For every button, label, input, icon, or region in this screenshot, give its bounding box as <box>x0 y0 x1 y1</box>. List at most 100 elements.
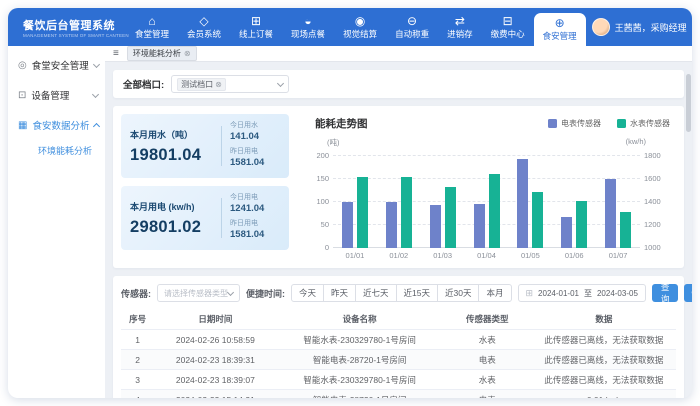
table-row[interactable]: 22024-02-23 18:39:31智能电表-28720-1号房间电表此传感… <box>121 350 676 370</box>
bar-group <box>508 156 552 248</box>
water-yesterday-value: 1581.04 <box>230 157 280 168</box>
legend-label: 电表传感器 <box>561 118 601 129</box>
bar-电表传感器[interactable] <box>386 202 397 248</box>
stat-cards: 本月用水（吨） 19801.04 今日用水 141.04 昨日用电 1581.0… <box>121 114 289 260</box>
chevron-down-icon <box>93 60 100 67</box>
nav-item-9[interactable]: ⊕食安管理 <box>534 13 586 46</box>
tab-env-energy-analysis[interactable]: 环境能耗分析 ⊗ <box>127 46 197 61</box>
table-cell: 电表 <box>443 390 532 399</box>
table-cell: 3 <box>121 370 154 390</box>
table-row[interactable]: 42024-02-23 15:14:21智能电表-28720-1号房间电表0.0… <box>121 390 676 399</box>
collapse-sidebar-icon[interactable]: ≡ <box>113 49 119 59</box>
vertical-scrollbar[interactable] <box>686 74 691 132</box>
nav-item-6[interactable]: ⊖自动称重 <box>386 8 438 46</box>
sensor-data-table: 序号日期时间设备名称传感器类型数据 12024-02-26 10:58:59智能… <box>121 309 676 398</box>
water-value: 19801.04 <box>130 146 213 165</box>
app-window: 餐饮后台管理系统 MANAGEMENT SYSTEM OF SMART CANT… <box>8 8 692 398</box>
sidebar-item-device-manage[interactable]: ⊡设备管理 <box>8 80 105 110</box>
sensor-type-select[interactable]: 请选择传感器类型 <box>157 284 240 302</box>
calendar-icon: ⊞ <box>526 288 534 299</box>
bar-group <box>552 156 596 248</box>
water-today-value: 141.04 <box>230 131 280 142</box>
x-axis-label: 01/01 <box>333 251 377 260</box>
bar-水表传感器[interactable] <box>576 201 587 248</box>
bar-电表传感器[interactable] <box>517 159 528 248</box>
stall-tag-close-icon[interactable]: ⊗ <box>215 80 222 89</box>
right-axis-tick: 1000 <box>644 243 674 252</box>
bar-水表传感器[interactable] <box>532 192 543 248</box>
nav-item-2[interactable]: ◇会员系统 <box>178 8 230 46</box>
nav-label: 视觉结算 <box>343 28 377 40</box>
user-name: 王茜茜，采购经理 <box>615 21 687 34</box>
avatar[interactable] <box>592 18 610 36</box>
refresh-button[interactable]: ⟳ <box>684 284 692 302</box>
quick-date-button-3[interactable]: 近七天 <box>355 284 397 302</box>
sidebar-subitem-env-energy[interactable]: 环境能耗分析 <box>8 140 105 161</box>
chevron-down-icon <box>92 90 99 97</box>
table-row[interactable]: 32024-02-23 18:39:07智能水表-230329780-1号房间水… <box>121 370 676 390</box>
legend-item[interactable]: 水表传感器 <box>617 118 670 129</box>
stall-select[interactable]: 测试档口 ⊗ <box>171 75 289 93</box>
user-menu[interactable]: 王茜茜，采购经理 ⋮ <box>586 8 692 46</box>
table-row[interactable]: 12024-02-26 10:58:59智能水表-230329780-1号房间水… <box>121 330 676 350</box>
table-cell: 电表 <box>443 350 532 370</box>
bar-水表传感器[interactable] <box>357 177 368 248</box>
tab-label: 环境能耗分析 <box>133 48 181 59</box>
column-header: 传感器类型 <box>443 309 532 330</box>
bar-电表传感器[interactable] <box>430 205 441 248</box>
bar-水表传感器[interactable] <box>620 212 631 248</box>
quick-date-buttons: 今天昨天近七天近15天近30天本月 <box>291 284 512 302</box>
logo: 餐饮后台管理系统 MANAGEMENT SYSTEM OF SMART CANT… <box>8 8 126 46</box>
left-axis-tick: 150 <box>303 174 329 183</box>
chevron-down-icon <box>227 288 234 295</box>
quick-date-button-4[interactable]: 近15天 <box>396 284 438 302</box>
nav-item-1[interactable]: ⌂食堂管理 <box>126 8 178 46</box>
canteen-manage-icon: ⌂ <box>148 15 155 27</box>
online-order-icon: ⊞ <box>251 15 261 27</box>
table-cell: 智能水表-230329780-1号房间 <box>276 370 443 390</box>
chart-legend: 电表传感器 水表传感器 <box>548 118 670 129</box>
divider <box>221 126 222 166</box>
date-range-picker[interactable]: ⊞ 2024-01-01 至 2024-03-05 <box>518 284 646 302</box>
electric-title: 本月用电 (kw/h) <box>130 200 213 213</box>
nav-label: 现场点餐 <box>291 28 325 40</box>
nav-item-7[interactable]: ⇄进销存 <box>438 8 482 46</box>
divider <box>221 198 222 238</box>
bar-水表传感器[interactable] <box>489 174 500 248</box>
table-cell: 1 <box>121 330 154 350</box>
nav-label: 食堂管理 <box>135 28 169 40</box>
search-button[interactable]: 查询 <box>652 284 679 302</box>
bar-电表传感器[interactable] <box>605 179 616 248</box>
sidebar: ◎食堂安全管理⊡设备管理▦食安数据分析环境能耗分析 <box>8 46 105 398</box>
nav-item-5[interactable]: ◉视觉结算 <box>334 8 386 46</box>
stall-filter-card: 全部档口: 测试档口 ⊗ <box>113 70 684 98</box>
x-axis-label: 01/03 <box>421 251 465 260</box>
nav-item-4[interactable]: ◒现场点餐 <box>282 8 334 46</box>
electric-stat-card: 本月用电 (kw/h) 29801.02 今日用电 1241.04 昨日用电 1… <box>121 186 289 250</box>
bar-水表传感器[interactable] <box>445 187 456 248</box>
bar-电表传感器[interactable] <box>474 204 485 248</box>
bar-电表传感器[interactable] <box>342 202 353 248</box>
sidebar-item-canteen-safety[interactable]: ◎食堂安全管理 <box>8 50 105 80</box>
x-axis-label: 01/05 <box>508 251 552 260</box>
column-header: 设备名称 <box>276 309 443 330</box>
legend-item[interactable]: 电表传感器 <box>548 118 601 129</box>
quick-date-button-5[interactable]: 近30天 <box>437 284 479 302</box>
nav-item-3[interactable]: ⊞线上订餐 <box>230 8 282 46</box>
bar-group <box>377 156 421 248</box>
column-header: 数据 <box>532 309 676 330</box>
sidebar-item-food-safety-analysis[interactable]: ▦食安数据分析 <box>8 110 105 140</box>
quick-date-button-1[interactable]: 今天 <box>291 284 324 302</box>
nav-item-8[interactable]: ⊟缴费中心 <box>482 8 534 46</box>
quick-date-button-2[interactable]: 昨天 <box>323 284 356 302</box>
bar-电表传感器[interactable] <box>561 217 572 248</box>
water-today-label: 今日用水 <box>230 120 280 130</box>
tab-close-icon[interactable]: ⊗ <box>184 49 191 58</box>
sidebar-item-label: 食堂安全管理 <box>32 58 89 72</box>
sensor-table-card: 传感器: 请选择传感器类型 便捷时间: 今天昨天近七天近15天近30天本月 ⊞ … <box>113 276 684 398</box>
bar-水表传感器[interactable] <box>401 177 412 248</box>
app-header: 餐饮后台管理系统 MANAGEMENT SYSTEM OF SMART CANT… <box>8 8 692 46</box>
quick-date-button-6[interactable]: 本月 <box>478 284 511 302</box>
left-axis-tick: 50 <box>303 220 329 229</box>
table-cell: 智能水表-230329780-1号房间 <box>276 330 443 350</box>
